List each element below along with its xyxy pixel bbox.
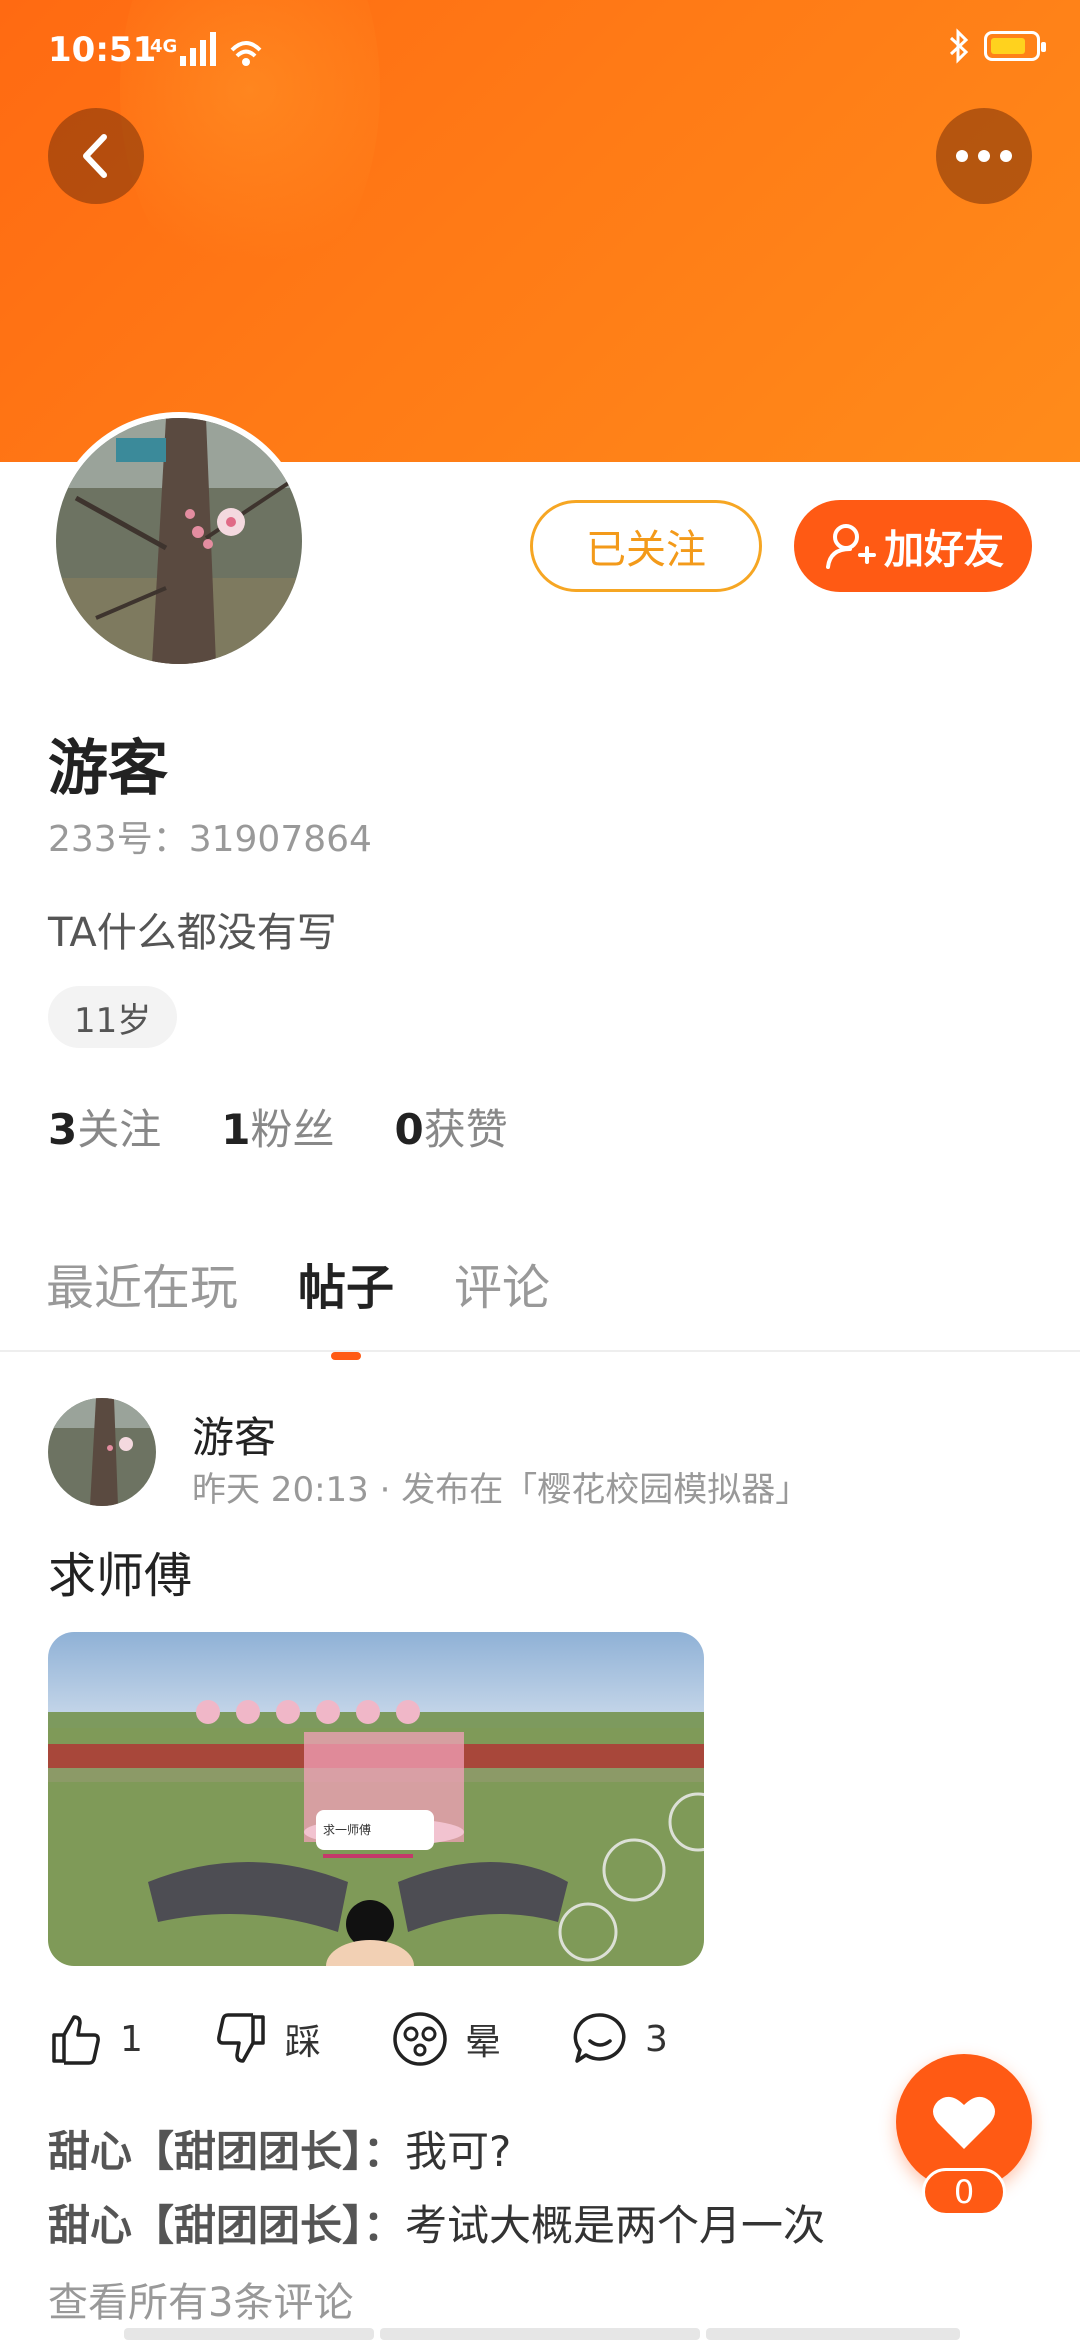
stat-following[interactable]: 3关注 xyxy=(48,1096,161,1157)
post-meta: 昨天 20:13 · 发布在「樱花校园模拟器」 xyxy=(192,1470,810,1510)
post-actions: 1 踩 晕 3 xyxy=(48,2010,668,2068)
thumbs-up-icon xyxy=(52,2015,100,2065)
post-author-avatar[interactable] xyxy=(48,1398,156,1506)
comment-preview[interactable]: 甜心【甜团团长】：考试大概是两个月一次 xyxy=(48,2192,825,2253)
avatar-photo xyxy=(56,418,302,664)
next-post-preview xyxy=(124,2328,960,2340)
game-chat-bubble: 求一师傅 xyxy=(323,1823,371,1837)
post-avatar-photo xyxy=(48,1398,156,1506)
dizzy-label: 晕 xyxy=(464,2022,501,2063)
tab-divider xyxy=(0,1350,1080,1352)
followed-label: 已关注 xyxy=(586,527,706,573)
back-button[interactable] xyxy=(48,108,144,204)
stat-following-label: 关注 xyxy=(77,1105,162,1154)
comment-bubble-icon xyxy=(573,2013,626,2063)
thumbs-down-icon xyxy=(217,2013,265,2063)
stat-likes[interactable]: 0获赞 xyxy=(395,1096,508,1157)
dislike-button[interactable]: 踩 xyxy=(213,2011,321,2067)
post-title[interactable]: 求师傅 xyxy=(48,1536,192,1606)
profile-stats: 3关注 1粉丝 0获赞 xyxy=(48,1096,508,1157)
more-button[interactable] xyxy=(936,108,1032,204)
dizzy-face-icon xyxy=(393,2012,447,2066)
heart-icon xyxy=(933,2096,995,2149)
add-friend-button[interactable]: 加好友 xyxy=(794,500,1032,592)
profile-tabs: 最近在玩 帖子 评论 xyxy=(46,1248,550,1360)
comment-author: 甜心【甜团团长】： xyxy=(48,2201,406,2250)
status-right-icons xyxy=(948,28,1046,64)
comment-text: 考试大概是两个月一次 xyxy=(405,2201,826,2250)
dizzy-button[interactable]: 晕 xyxy=(391,2010,501,2068)
more-dots-icon xyxy=(956,150,1012,162)
age-tag: 11岁 xyxy=(48,986,178,1048)
dislike-label: 踩 xyxy=(284,2022,321,2063)
comment-button[interactable]: 3 xyxy=(571,2010,668,2068)
tab-posts[interactable]: 帖子 xyxy=(298,1248,394,1360)
like-count: 1 xyxy=(120,2018,143,2060)
profile-name: 游客 xyxy=(48,734,168,804)
stat-fans[interactable]: 1粉丝 xyxy=(221,1096,334,1157)
profile-uid: 233号：31907864 xyxy=(48,819,372,860)
network-type: 4G xyxy=(150,36,178,57)
stat-fans-label: 粉丝 xyxy=(250,1105,335,1154)
comment-author: 甜心【甜团团长】： xyxy=(48,2127,406,2176)
status-time: 10:51 xyxy=(48,30,157,70)
bluetooth-icon xyxy=(949,28,969,64)
profile-avatar[interactable] xyxy=(50,412,308,670)
stat-likes-value: 0 xyxy=(394,1105,424,1154)
post-author-name[interactable]: 游客 xyxy=(192,1404,276,1465)
add-user-icon xyxy=(826,524,876,569)
stat-likes-label: 获赞 xyxy=(423,1105,508,1154)
stat-fans-value: 1 xyxy=(221,1105,251,1154)
status-bar: 10:51 4G xyxy=(0,0,1080,100)
post-image[interactable]: 求一师傅 xyxy=(48,1632,704,1966)
comment-count: 3 xyxy=(644,2018,668,2060)
view-all-comments-link[interactable]: 查看所有3条评论 xyxy=(48,2270,353,2328)
battery-icon xyxy=(984,31,1046,61)
profile-header-banner: 10:51 4G xyxy=(0,0,1080,462)
profile-bio: TA什么都没有写 xyxy=(48,910,337,956)
age-tag-label: 11岁 xyxy=(74,1000,152,1041)
game-screenshot: 求一师傅 xyxy=(48,1632,704,1966)
add-friend-label: 加好友 xyxy=(884,527,1004,573)
stat-following-value: 3 xyxy=(48,1105,78,1154)
tab-comments[interactable]: 评论 xyxy=(454,1248,550,1318)
floating-like-count-text: 0 xyxy=(953,2173,975,2211)
comment-text: 我可? xyxy=(405,2127,512,2176)
floating-like-count: 0 xyxy=(922,2168,1006,2216)
followed-button[interactable]: 已关注 xyxy=(530,500,762,592)
comment-preview[interactable]: 甜心【甜团团长】：我可? xyxy=(48,2118,511,2179)
signal-icon xyxy=(180,32,262,66)
back-arrow-icon xyxy=(83,134,107,178)
tab-recently-played[interactable]: 最近在玩 xyxy=(46,1248,238,1318)
like-button[interactable]: 1 xyxy=(48,2011,143,2067)
